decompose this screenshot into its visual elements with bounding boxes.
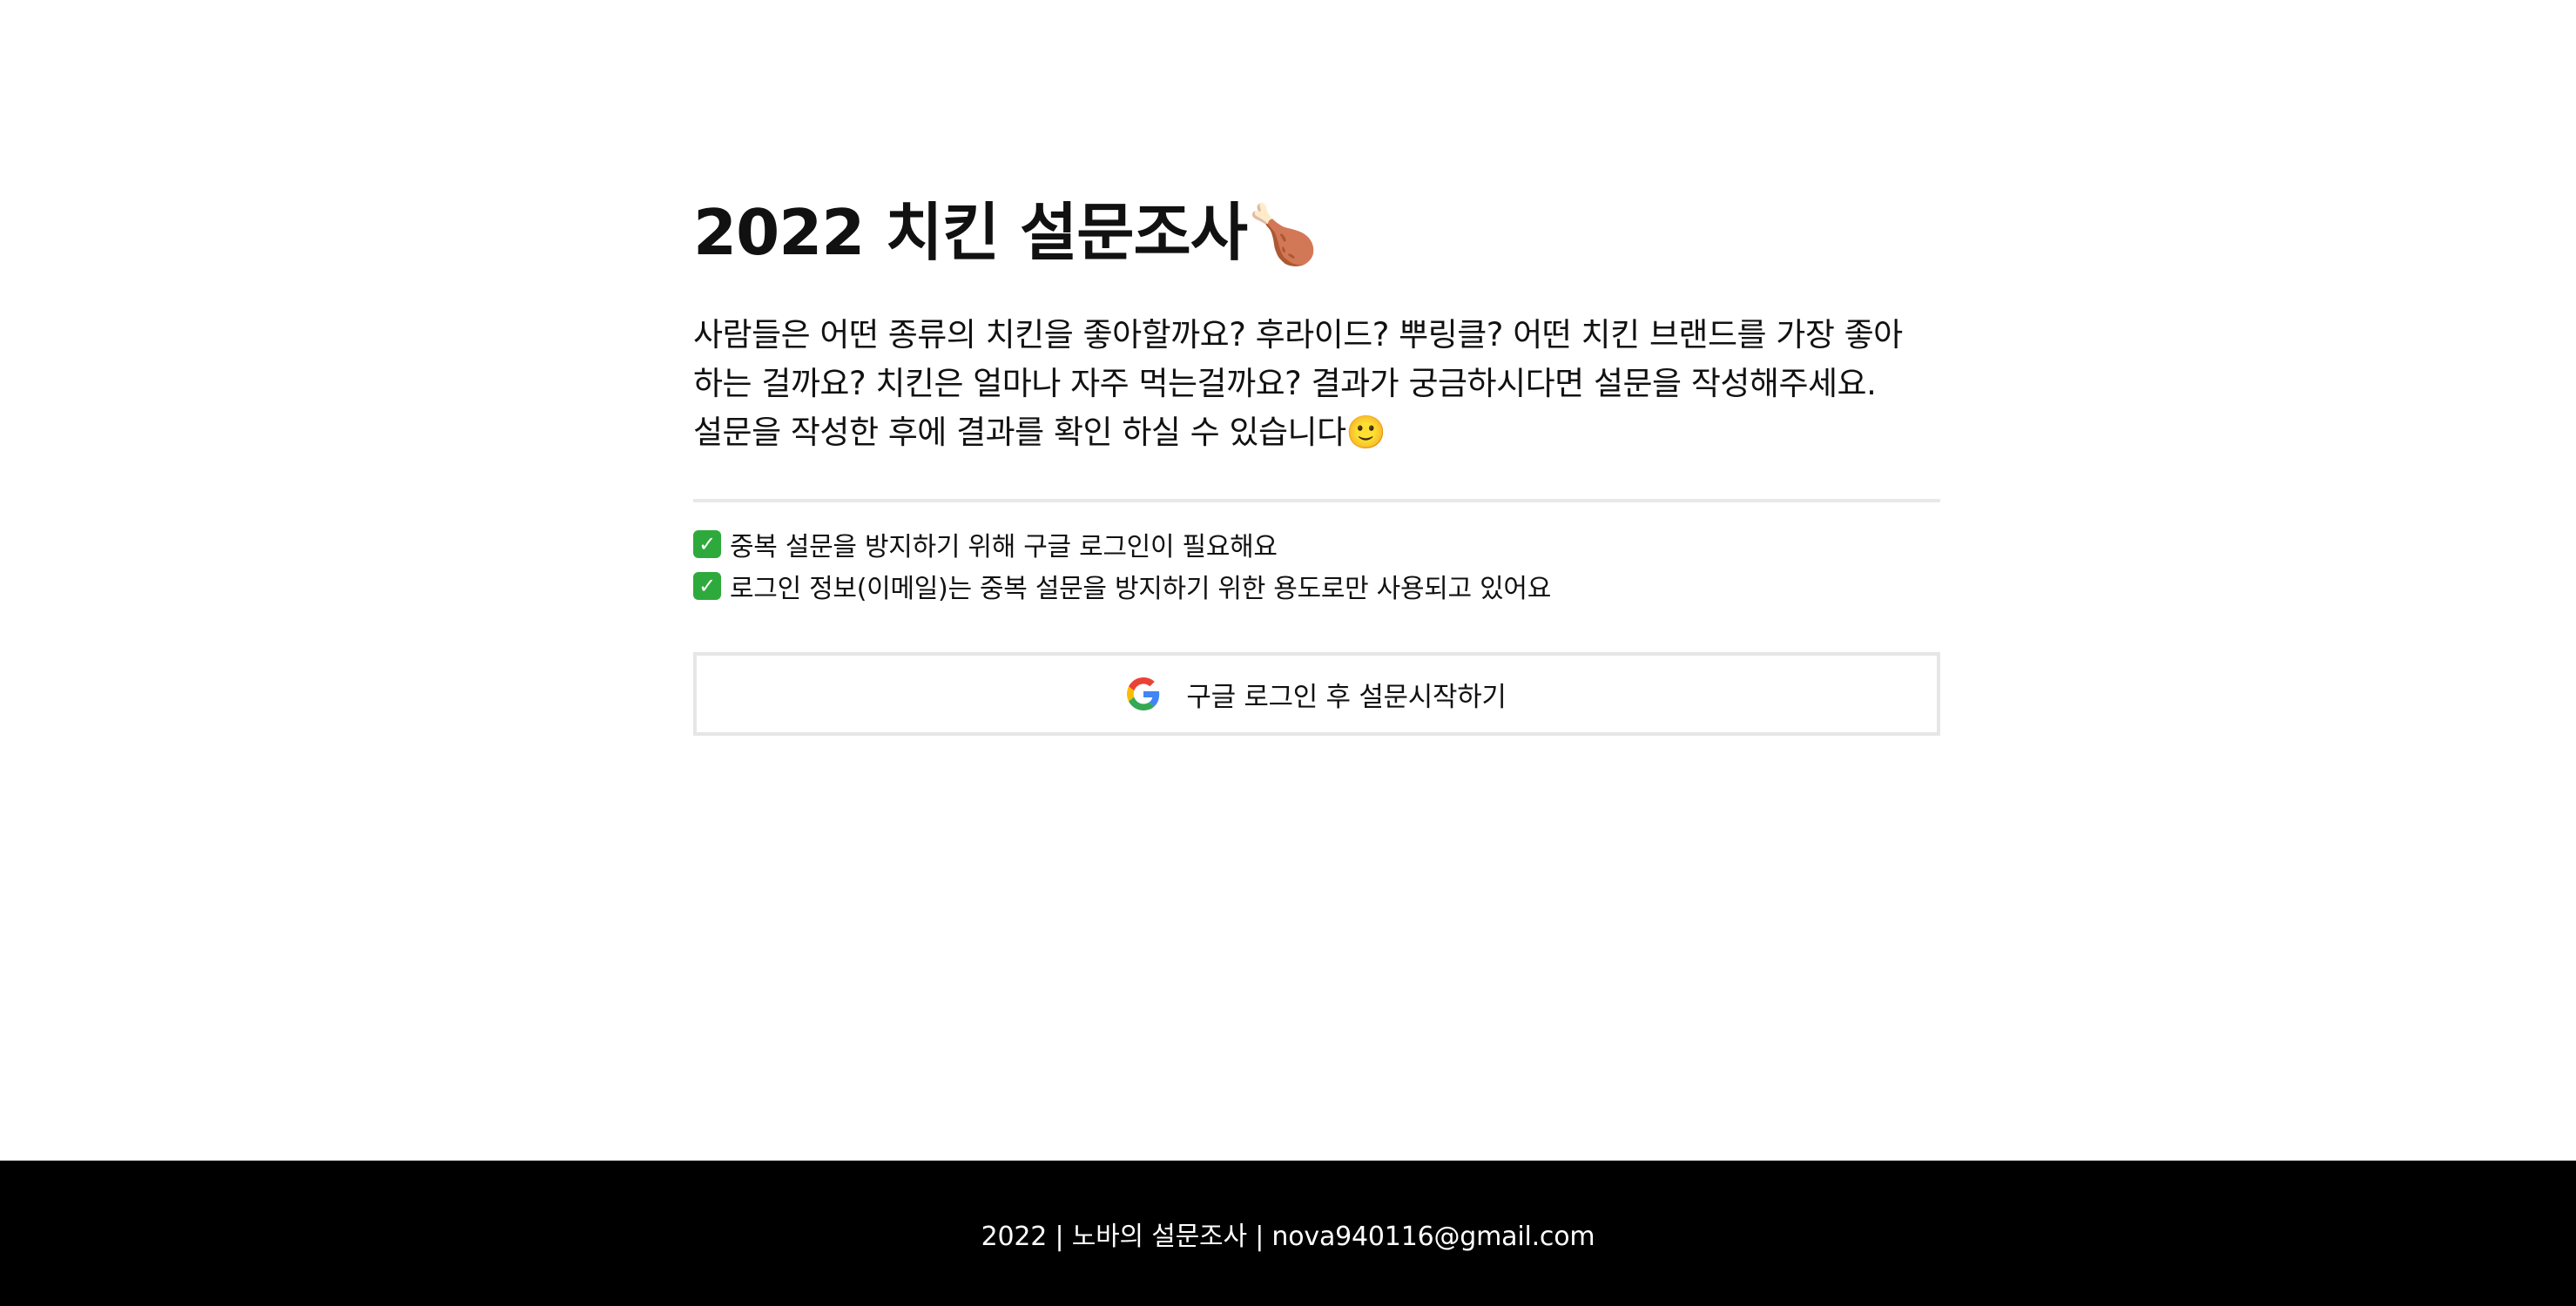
google-login-button[interactable]: 구글 로그인 후 설문시작하기 — [693, 652, 1940, 736]
intro-line-1: 사람들은 어떤 종류의 치킨을 좋아할까요? 후라이드? 뿌링클? 어떤 치킨 … — [693, 316, 1903, 353]
page-title: 2022 치킨 설문조사🍗 — [693, 193, 1940, 274]
page-title-text: 2022 치킨 설문조사 — [693, 196, 1248, 269]
notice-text: 중복 설문을 방지하기 위해 구글 로그인이 필요해요 — [730, 532, 1278, 562]
login-button-label: 구글 로그인 후 설문시작하기 — [1186, 681, 1507, 713]
main-content: 2022 치킨 설문조사🍗 사람들은 어떤 종류의 치킨을 좋아할까요? 후라이… — [693, 193, 1940, 736]
notice-text: 로그인 정보(이메일)는 중복 설문을 방지하기 위한 용도로만 사용되고 있어… — [730, 574, 1551, 604]
intro-line-3: 설문을 작성한 후에 결과를 확인 하실 수 있습니다 — [693, 414, 1346, 451]
check-mark-icon: ✓ — [693, 572, 721, 600]
survey-landing-page: 2022 치킨 설문조사🍗 사람들은 어떤 종류의 치킨을 좋아할까요? 후라이… — [0, 0, 2576, 1306]
footer: 2022 | 노바의 설문조사 | nova940116@gmail.com — [0, 1161, 2576, 1306]
notice-item: ✓ 중복 설문을 방지하기 위해 구글 로그인이 필요해요 — [693, 523, 1940, 565]
intro-paragraph: 사람들은 어떤 종류의 치킨을 좋아할까요? 후라이드? 뿌링클? 어떤 치킨 … — [693, 311, 1940, 457]
chicken-leg-icon: 🍗 — [1246, 201, 1318, 268]
intro-line-2: 하는 걸까요? 치킨은 얼마나 자주 먹는걸까요? 결과가 궁금하시다면 설문을… — [693, 365, 1877, 402]
notice-list: ✓ 중복 설문을 방지하기 위해 구글 로그인이 필요해요 ✓ 로그인 정보(이… — [693, 523, 1940, 607]
google-icon — [1127, 677, 1160, 710]
divider — [693, 499, 1940, 502]
smiley-icon: 🙂 — [1345, 414, 1386, 451]
check-mark-icon: ✓ — [693, 530, 721, 558]
notice-item: ✓ 로그인 정보(이메일)는 중복 설문을 방지하기 위한 용도로만 사용되고 … — [693, 565, 1940, 607]
footer-text: 2022 | 노바의 설문조사 | nova940116@gmail.com — [981, 1222, 1595, 1252]
